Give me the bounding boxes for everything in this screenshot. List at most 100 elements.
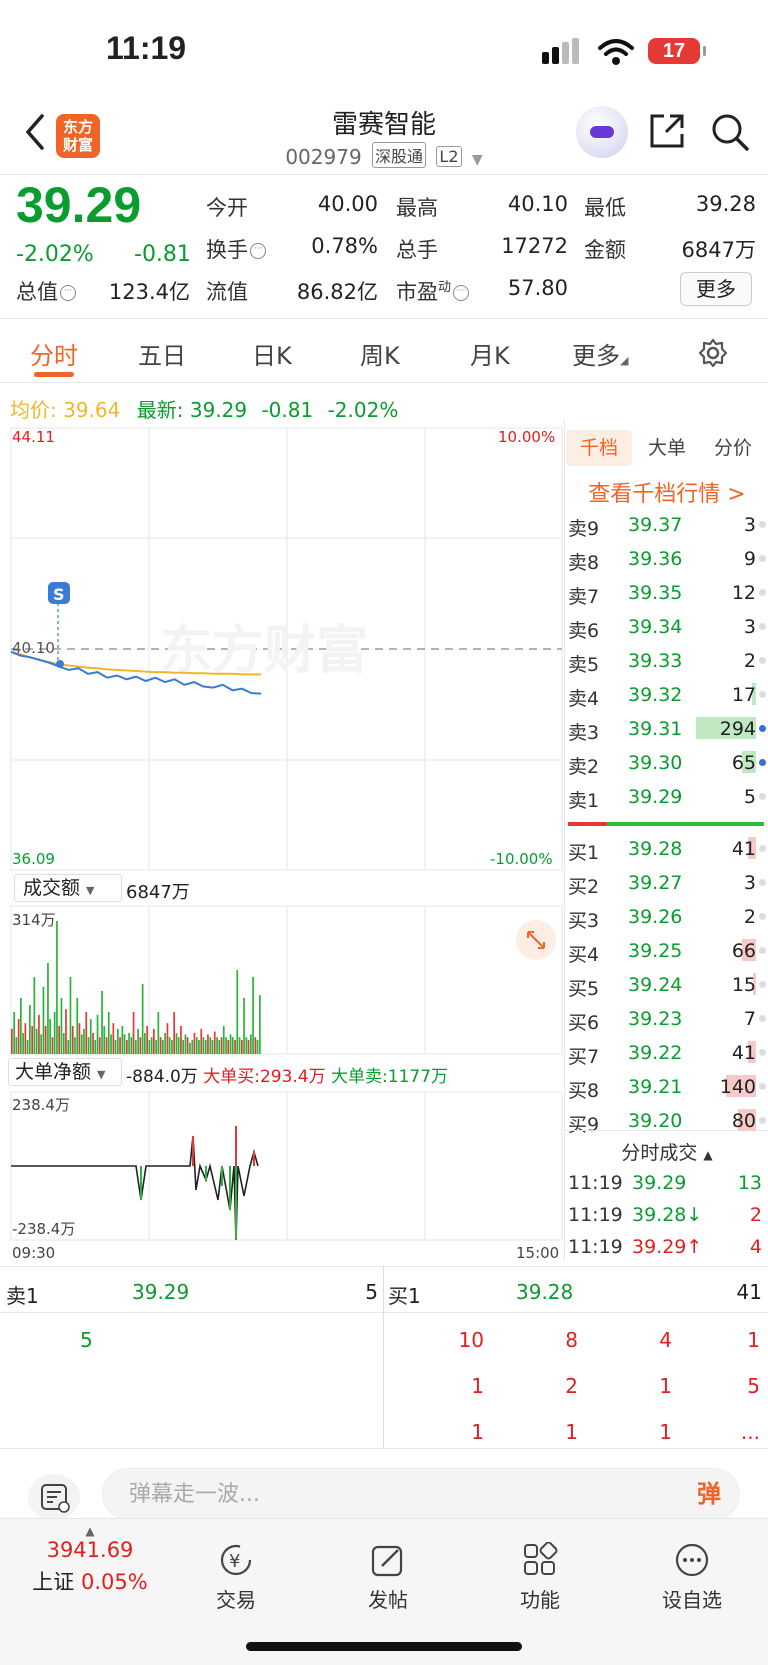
bid-dot bbox=[759, 1083, 766, 1090]
tab-price-dist[interactable]: 分价 bbox=[700, 430, 766, 466]
tab-weekly[interactable]: 周K bbox=[360, 336, 400, 371]
ask-row[interactable]: 卖9 39.37 3 bbox=[566, 510, 766, 544]
volume-bar bbox=[105, 1037, 108, 1054]
net-row: -884.0万 大单买:293.4万 大单卖:1177万 bbox=[126, 1062, 448, 1087]
float-label: 流值 bbox=[206, 280, 248, 304]
ask-volume: 3 bbox=[743, 514, 756, 536]
ask-row[interactable]: 卖8 39.36 9 bbox=[566, 544, 766, 578]
ask-row[interactable]: 卖4 39.32 17 bbox=[566, 680, 766, 714]
bid-row[interactable]: 买8 39.21 140 bbox=[566, 1072, 766, 1106]
net-selector[interactable]: 大单净额 ▼ bbox=[8, 1058, 122, 1086]
tab-big-orders[interactable]: 大单 bbox=[634, 430, 700, 466]
bid-row[interactable]: 买7 39.22 41 bbox=[566, 1038, 766, 1072]
active-tab-indicator bbox=[34, 372, 74, 377]
bid-row[interactable]: 买5 39.24 15 bbox=[566, 970, 766, 1004]
info-icon[interactable]: ··· bbox=[453, 285, 470, 301]
ask-price: 39.34 bbox=[628, 616, 683, 638]
ask-row[interactable]: 卖2 39.30 65 bbox=[566, 748, 766, 782]
volume-bar bbox=[83, 1028, 85, 1054]
stock-code: 002979 bbox=[285, 145, 362, 169]
ask-row[interactable]: 卖3 39.31 294 bbox=[566, 714, 766, 748]
tab-more[interactable]: 更多◢ bbox=[572, 336, 628, 371]
depth-link[interactable]: 查看千档行情 > bbox=[566, 476, 768, 508]
volume-bar bbox=[13, 1012, 15, 1054]
buy-queue-order: 1 bbox=[747, 1328, 760, 1352]
ask-level: 卖3 bbox=[568, 722, 600, 744]
volume-bar bbox=[117, 1028, 119, 1054]
danmu-send-button[interactable]: 弹 bbox=[678, 1470, 740, 1518]
ask-dot bbox=[759, 725, 766, 732]
ask-dot bbox=[759, 521, 766, 528]
nav-index[interactable]: ▲ 3941.69 上证 0.05% bbox=[20, 1524, 160, 1596]
danmu-toggle[interactable] bbox=[28, 1474, 80, 1520]
volume-bar bbox=[42, 986, 45, 1054]
volume-bar bbox=[44, 1026, 47, 1054]
intraday-chart[interactable]: 东方财富 S 44.11 10.00% 40.10 36.09 -10.00% … bbox=[0, 420, 566, 1264]
ask-row[interactable]: 卖5 39.33 2 bbox=[566, 646, 766, 680]
bid-row[interactable]: 买6 39.23 7 bbox=[566, 1004, 766, 1038]
pct-max-label: 10.00% bbox=[498, 428, 555, 446]
bid-price: 39.25 bbox=[628, 940, 683, 962]
volume-bar bbox=[148, 1040, 151, 1054]
ask-row[interactable]: 卖1 39.29 5 bbox=[566, 782, 766, 816]
level-tag: L2 bbox=[436, 146, 462, 167]
volume-bar bbox=[225, 1037, 227, 1054]
volume-bar bbox=[69, 977, 72, 1054]
volume-bar bbox=[222, 1026, 225, 1054]
bid-row[interactable]: 买1 39.28 41 bbox=[566, 834, 766, 868]
more-button[interactable]: 更多 bbox=[680, 272, 752, 306]
latest-label: 最新: bbox=[136, 398, 184, 422]
queue-buy-price: 39.28 bbox=[516, 1280, 574, 1304]
dropdown-caret-icon[interactable]: ▼ bbox=[472, 152, 483, 168]
share-icon[interactable] bbox=[648, 112, 686, 150]
volume-bar bbox=[213, 1031, 216, 1054]
ticks-header[interactable]: 分时成交 ▲ bbox=[566, 1138, 768, 1165]
big-sell-value: 大单卖:1177万 bbox=[331, 1067, 449, 1087]
ask-price: 39.32 bbox=[628, 684, 683, 706]
volume-bar bbox=[123, 1034, 126, 1054]
tab-five-day[interactable]: 五日 bbox=[138, 336, 186, 371]
nav-add-watchlist[interactable]: 设自选 bbox=[642, 1542, 742, 1613]
nav-functions[interactable]: 功能 bbox=[490, 1542, 590, 1613]
tick-price: 39.28↓ bbox=[632, 1204, 703, 1226]
bid-volume: 41 bbox=[731, 838, 756, 860]
badge-dot bbox=[56, 660, 64, 668]
volume-bar bbox=[238, 1037, 241, 1054]
net-value: -884.0万 bbox=[126, 1067, 198, 1087]
volume-bar bbox=[11, 1028, 13, 1054]
settings-gear-icon[interactable] bbox=[698, 338, 728, 368]
trade-icon: ¥ bbox=[220, 1544, 252, 1576]
danmu-input[interactable]: 弹幕走一波... bbox=[102, 1468, 740, 1520]
bid-dot bbox=[759, 981, 766, 988]
tab-intraday[interactable]: 分时 bbox=[30, 336, 78, 371]
volume-bar bbox=[153, 1028, 155, 1054]
tab-daily[interactable]: 日K bbox=[252, 336, 292, 371]
tab-monthly[interactable]: 月K bbox=[470, 336, 510, 371]
search-icon[interactable] bbox=[710, 112, 750, 152]
info-icon[interactable]: ··· bbox=[250, 243, 266, 259]
nav-post[interactable]: 发帖 bbox=[338, 1542, 438, 1613]
volume-bar bbox=[119, 1037, 121, 1054]
tick-price: 39.29↑ bbox=[632, 1236, 703, 1258]
assistant-avatar[interactable] bbox=[576, 106, 628, 158]
ask-row[interactable]: 卖7 39.35 12 bbox=[566, 578, 766, 612]
bid-row[interactable]: 买3 39.26 2 bbox=[566, 902, 766, 936]
volume-bar bbox=[58, 1026, 60, 1054]
bid-row[interactable]: 买2 39.27 3 bbox=[566, 868, 766, 902]
ask-row[interactable]: 卖6 39.34 3 bbox=[566, 612, 766, 646]
volume-bar bbox=[56, 921, 58, 1054]
tab-depth[interactable]: 千档 bbox=[566, 430, 632, 466]
battery-indicator: 17 bbox=[648, 38, 706, 64]
bid-row[interactable]: 买9 39.20 80 bbox=[566, 1106, 766, 1140]
volume-bar bbox=[146, 1026, 148, 1054]
volume-selector[interactable]: 成交额 ▼ bbox=[14, 874, 122, 902]
volume-bar bbox=[114, 1040, 117, 1054]
info-icon[interactable]: ··· bbox=[60, 285, 76, 301]
volume-bar bbox=[101, 991, 103, 1054]
float-value: 86.82亿 bbox=[296, 280, 378, 304]
ask-volume: 3 bbox=[743, 616, 756, 638]
nav-trade[interactable]: ¥ 交易 bbox=[186, 1542, 286, 1613]
bid-row[interactable]: 买4 39.25 66 bbox=[566, 936, 766, 970]
buy-queue-order: 2 bbox=[565, 1374, 578, 1398]
buy-queue-order: 1 bbox=[659, 1374, 672, 1398]
